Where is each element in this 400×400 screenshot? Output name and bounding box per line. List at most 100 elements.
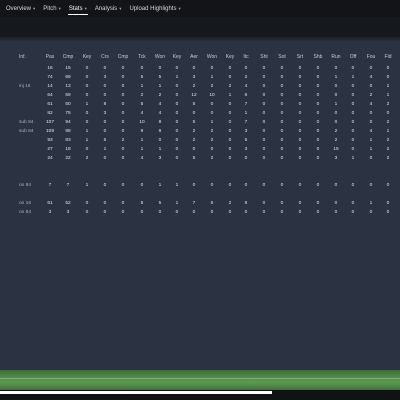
tab-label: Stats <box>68 5 83 12</box>
stat-cell: 0 <box>298 66 302 71</box>
stat-cell: 0 <box>121 66 125 71</box>
column-header[interactable]: Inf. <box>19 54 26 60</box>
stat-cell: 1 <box>386 84 390 89</box>
stat-cell: 107 <box>45 120 54 125</box>
column-header[interactable]: Won <box>207 54 217 60</box>
stat-cell: 0 <box>210 66 214 71</box>
stat-cell: 0 <box>386 210 390 215</box>
player-info-label: sub 84 <box>19 120 34 125</box>
stat-cell: 0 <box>103 120 107 125</box>
stat-cell: 1 <box>351 75 355 80</box>
column-header[interactable]: Itc <box>243 54 248 60</box>
column-header[interactable]: Run <box>331 54 340 60</box>
tab-overview[interactable]: Overview ▾ <box>3 0 38 17</box>
stat-cell: 7 <box>48 183 52 188</box>
stat-cell: 0 <box>298 147 302 152</box>
stat-cell: 4 <box>140 156 144 161</box>
stat-cell: 0 <box>316 120 320 125</box>
stat-cell: 0 <box>369 111 373 116</box>
column-header[interactable]: Srt <box>297 54 303 60</box>
column-header[interactable]: Won <box>155 54 165 60</box>
stat-cell: 0 <box>369 84 373 89</box>
stat-cell: 0 <box>280 183 284 188</box>
stat-cell: 0 <box>298 111 302 116</box>
stat-cell: 0 <box>228 156 232 161</box>
column-header[interactable]: Cmp <box>118 54 129 60</box>
stat-cell: 0 <box>298 75 302 80</box>
stat-cell: 0 <box>228 102 232 107</box>
stat-cell: 0 <box>369 210 373 215</box>
stat-cell: 0 <box>280 129 284 134</box>
stat-cell: 3 <box>334 156 338 161</box>
stat-cell: 0 <box>334 120 338 125</box>
stat-cell: 0 <box>121 120 125 125</box>
stat-cell: 2 <box>210 84 214 89</box>
column-header[interactable]: Shb <box>314 54 323 60</box>
stat-cell: 2 <box>334 129 338 134</box>
stat-cell: 0 <box>316 156 320 161</box>
tab-label: Pitch <box>43 5 57 12</box>
column-header[interactable]: Tck <box>138 54 146 60</box>
stat-cell: 2 <box>192 129 196 134</box>
stat-cell: 0 <box>192 147 196 152</box>
column-header[interactable]: Crs <box>101 54 109 60</box>
stat-cell: 0 <box>280 201 284 206</box>
stat-cell: 2 <box>210 129 214 134</box>
stat-cell: 0 <box>386 66 390 71</box>
column-header[interactable]: Sot <box>278 54 286 60</box>
stat-cell: 0 <box>85 111 89 116</box>
stat-cell: 0 <box>386 201 390 206</box>
stat-cell: 0 <box>85 84 89 89</box>
chevron-down-icon: ▾ <box>178 5 181 11</box>
stat-cell: 0 <box>351 66 355 71</box>
stat-cell: 61 <box>47 102 53 107</box>
stat-cell: 0 <box>244 66 248 71</box>
stat-cell: 1 <box>228 93 232 98</box>
stat-cell: 1 <box>158 84 162 89</box>
tab-analysis[interactable]: Analysis ▾ <box>92 0 125 17</box>
stat-cell: 0 <box>85 93 89 98</box>
stat-cell: 10 <box>209 93 215 98</box>
stat-cell: 0 <box>386 75 390 80</box>
stat-cell: 0 <box>351 102 355 107</box>
stat-cell: 0 <box>316 210 320 215</box>
stat-cell: 0 <box>121 129 125 134</box>
stat-cell: 2 <box>140 93 144 98</box>
stat-cell: 0 <box>316 129 320 134</box>
pitch-view[interactable] <box>0 370 400 390</box>
stat-cell: 75 <box>65 111 71 116</box>
stat-cell: 5 <box>192 156 196 161</box>
stat-cell: 6 <box>244 93 248 98</box>
column-header[interactable]: Off <box>350 54 357 60</box>
column-header[interactable]: Fld <box>385 54 392 60</box>
stat-cell: 4 <box>369 129 373 134</box>
stat-cell: 10 <box>139 120 145 125</box>
stat-cell: 0 <box>210 147 214 152</box>
column-header[interactable]: Aer <box>190 54 198 60</box>
column-header[interactable]: Pas <box>46 54 55 60</box>
stat-cell: 24 <box>47 156 53 161</box>
stat-cell: 0 <box>262 183 266 188</box>
column-header[interactable]: Key <box>226 54 235 60</box>
column-header[interactable]: Fou <box>367 54 376 60</box>
stat-cell: 1 <box>386 129 390 134</box>
stat-cell: 0 <box>262 93 266 98</box>
tab-pitch[interactable]: Pitch ▾ <box>40 0 64 17</box>
stat-cell: 0 <box>334 66 338 71</box>
stat-cell: 0 <box>210 111 214 116</box>
stat-cell: 0 <box>175 138 179 143</box>
stat-cell: 0 <box>351 201 355 206</box>
stat-cell: 0 <box>316 66 320 71</box>
stat-cell: 0 <box>369 183 373 188</box>
column-header[interactable]: Sht <box>260 54 268 60</box>
tab-upload-highlights[interactable]: Upload Highlights ▾ <box>126 0 183 17</box>
stat-cell: 0 <box>175 210 179 215</box>
stat-cell: 0 <box>262 210 266 215</box>
tab-stats[interactable]: Stats ▾ <box>66 0 90 17</box>
column-header[interactable]: Key <box>173 54 182 60</box>
column-header[interactable]: Cmp <box>63 54 74 60</box>
column-header[interactable]: Key <box>83 54 92 60</box>
stat-cell: 93 <box>47 138 53 143</box>
stat-cell: 9 <box>140 129 144 134</box>
stat-cell: 1 <box>158 147 162 152</box>
